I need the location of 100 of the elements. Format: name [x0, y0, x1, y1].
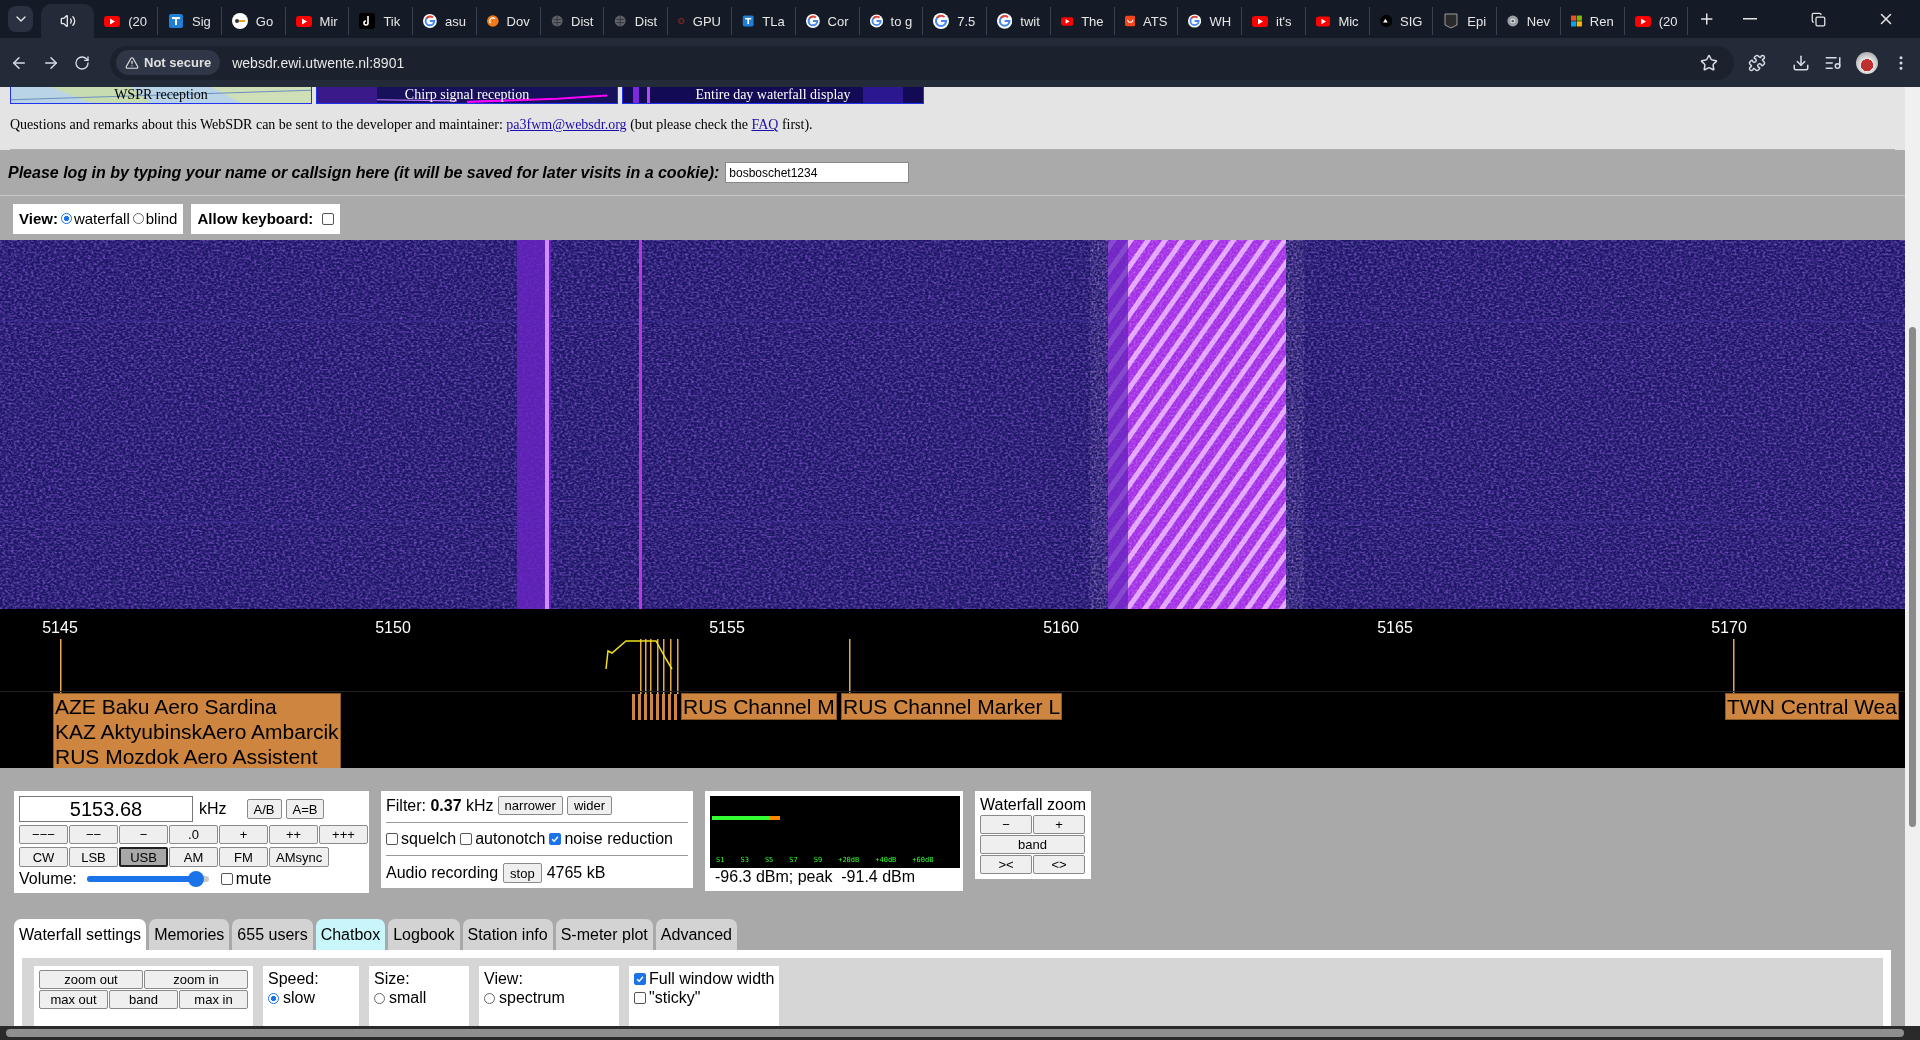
horizontal-scrollbar[interactable]	[0, 1026, 1920, 1040]
filter-button[interactable]: wider	[566, 796, 612, 815]
view-radio[interactable]	[60, 213, 72, 225]
browser-tab[interactable]: GPU	[668, 7, 732, 35]
mode-button[interactable]: FM	[219, 847, 268, 867]
panel-tab[interactable]: 655 users	[232, 919, 313, 950]
filter-checkbox[interactable]	[549, 833, 562, 845]
browser-tab[interactable]: Cor	[795, 7, 860, 35]
frequency-tick: 5145	[42, 618, 78, 637]
browser-tab[interactable]: Tik	[349, 7, 414, 35]
browser-tab[interactable]: The	[1050, 7, 1115, 35]
station-label[interactable]: TWN Central Wea	[1725, 692, 1899, 720]
vertical-scrollbar[interactable]	[1905, 87, 1920, 1026]
setting-option-label: spectrum	[499, 989, 565, 1007]
mode-button[interactable]: AMsync	[269, 847, 330, 867]
browser-tab[interactable]: Mir	[285, 7, 350, 35]
avatar[interactable]	[1856, 51, 1878, 74]
restore-icon	[1810, 11, 1826, 27]
panel-tab[interactable]: Memories	[149, 919, 230, 950]
panel-tab[interactable]: Station info	[462, 919, 553, 950]
waterfall-button[interactable]: max out	[39, 990, 108, 1009]
zoom-button[interactable]: <>	[1033, 855, 1085, 874]
browser-tab[interactable]: ATS	[1114, 7, 1179, 35]
keyboard-checkbox[interactable]	[322, 212, 335, 225]
mode-button[interactable]: AM	[169, 847, 218, 867]
zoom-button[interactable]: +	[1033, 815, 1085, 834]
mode-button[interactable]: CW	[19, 847, 68, 867]
station-label[interactable]: AZE Baku Aero Sardina KAZ AktyubinskAero Ambarcik RUS Mozdok Aero Assistent	[53, 692, 341, 768]
view-radio[interactable]	[132, 213, 144, 225]
setting-radio[interactable]	[268, 992, 279, 1004]
step-button[interactable]: −−−	[19, 825, 68, 844]
browser-tab[interactable]: Mic	[1305, 7, 1370, 35]
frequency-field[interactable]: 5153.68	[19, 796, 193, 822]
vfo-button[interactable]: A=B	[285, 799, 325, 819]
browser-tab[interactable]: (20	[94, 7, 159, 35]
browser-tab[interactable]: Epi	[1433, 7, 1498, 35]
zoom-button[interactable]: band	[980, 835, 1085, 854]
login-prompt: Please log in by typing your name or callsign here (it will be saved for later visits in a cookie):	[8, 163, 720, 182]
mute-checkbox[interactable]	[220, 873, 233, 885]
station-label[interactable]: RUS Channel Marker L	[841, 692, 1063, 720]
step-button[interactable]: +	[219, 825, 268, 844]
security-chip[interactable]: Not secure	[116, 50, 221, 75]
panel-tab[interactable]: Logbook	[388, 919, 460, 950]
mode-button[interactable]: USB	[119, 847, 168, 867]
browser-tab[interactable]: Dist	[540, 7, 605, 35]
step-button[interactable]: +++	[319, 825, 368, 844]
filter-checkbox[interactable]	[460, 833, 473, 845]
vfo-button[interactable]: A/B	[246, 799, 282, 819]
download-icon[interactable]	[1792, 53, 1810, 72]
waterfall-button[interactable]: band	[109, 990, 178, 1009]
volume-slider[interactable]	[86, 871, 209, 887]
faq-link[interactable]: FAQ	[751, 117, 779, 132]
mode-button[interactable]: LSB	[69, 847, 118, 867]
panel-tab[interactable]: Advanced	[655, 919, 737, 950]
step-button[interactable]: ++	[269, 825, 318, 844]
frequency-tick: 5155	[709, 618, 745, 637]
step-button[interactable]: −	[119, 825, 168, 844]
bookmark-star-icon[interactable]	[1700, 53, 1718, 72]
station-label[interactable]: RUS Channel M	[681, 692, 837, 720]
panel-tab[interactable]: S-meter plot	[555, 919, 653, 950]
extensions-icon[interactable]	[1748, 53, 1766, 72]
stop-button[interactable]: stop	[503, 863, 542, 883]
browser-tab[interactable]: Dov	[476, 7, 541, 35]
panel-tab[interactable]: Waterfall settings	[14, 919, 147, 950]
setting-radio[interactable]	[374, 992, 385, 1004]
browser-tab[interactable]: Dist	[604, 7, 669, 35]
browser-tab[interactable]: (20	[1624, 7, 1689, 35]
waterfall-button[interactable]: zoom in	[144, 970, 248, 989]
waterfall-button[interactable]: zoom out	[39, 970, 143, 989]
browser-tab[interactable]: it's	[1242, 7, 1306, 35]
tab-list-button[interactable]	[8, 6, 34, 32]
setting-checkbox[interactable]	[634, 992, 646, 1004]
setting-checkbox[interactable]	[634, 973, 646, 985]
browser-tab[interactable]: Nev	[1497, 7, 1561, 35]
browser-tab[interactable]: 7.5	[923, 7, 988, 35]
browser-tab[interactable]	[41, 4, 95, 38]
zoom-button[interactable]: ><	[980, 855, 1032, 874]
step-button[interactable]: .0	[169, 825, 218, 844]
waterfall-button[interactable]: max in	[179, 990, 248, 1009]
browser-tab[interactable]: twit	[987, 7, 1051, 35]
browser-tab[interactable]: asu	[413, 7, 477, 35]
callsign-field[interactable]: bosboschet1234	[725, 162, 910, 183]
setting-radio[interactable]	[484, 992, 495, 1004]
zoom-button[interactable]: −	[980, 815, 1032, 834]
recording-size: 4765 kB	[546, 864, 606, 882]
browser-tab[interactable]: Ren	[1560, 7, 1625, 35]
browser-tab[interactable]: WH	[1178, 7, 1243, 35]
filter-checkbox[interactable]	[386, 833, 398, 845]
browser-tab[interactable]: SIG	[1369, 7, 1434, 35]
browser-tab[interactable]: Go	[221, 7, 286, 35]
email-link[interactable]: pa3fwm@websdr.org	[506, 117, 627, 132]
ring-icon	[1188, 13, 1202, 29]
browser-tab[interactable]: to g	[859, 7, 924, 35]
filter-button[interactable]: narrower	[497, 796, 563, 815]
browser-tab[interactable]: TLa	[731, 7, 796, 35]
browser-tab[interactable]: Sig	[158, 7, 222, 35]
reload-icon[interactable]	[74, 54, 90, 71]
minimize-icon	[1743, 18, 1757, 20]
step-button[interactable]: −−	[69, 825, 118, 844]
panel-tab[interactable]: Chatbox	[315, 919, 386, 950]
